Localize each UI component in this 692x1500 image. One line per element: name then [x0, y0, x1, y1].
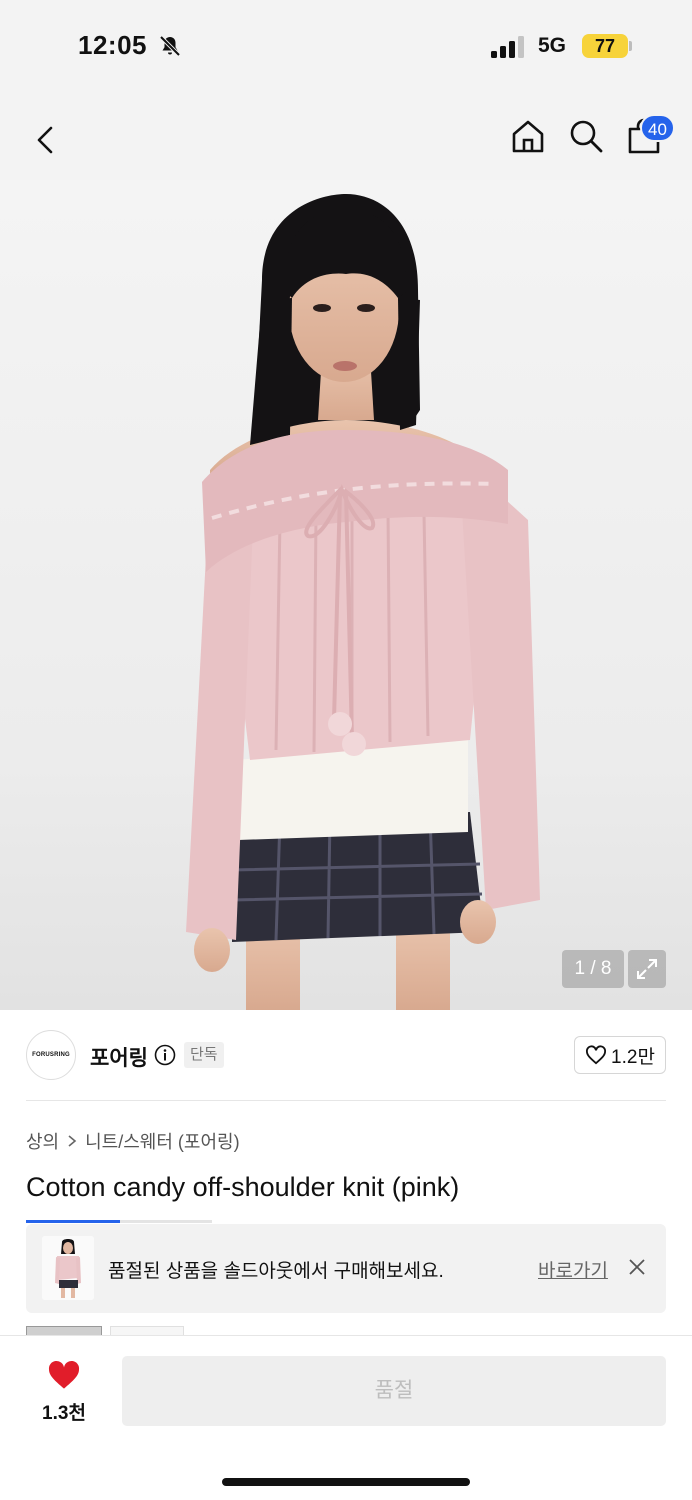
back-button[interactable] [24, 118, 68, 162]
soldout-banner: 품절된 상품을 솔드아웃에서 구매해보세요. 바로가기 [26, 1224, 666, 1313]
battery-indicator: 77 [582, 34, 628, 58]
battery-tip [629, 41, 632, 51]
cart-count-badge: 40 [640, 114, 675, 142]
brand-like-count: 1.2만 [611, 1046, 655, 1068]
heart-outline-icon [586, 1045, 607, 1065]
wishlist-count: 1.3천 [42, 1403, 86, 1424]
product-title: Cotton candy off-shoulder knit (pink) [26, 1172, 460, 1202]
bell-muted-icon [159, 35, 181, 57]
home-button[interactable] [506, 114, 550, 158]
close-icon[interactable] [626, 1256, 648, 1278]
chevron-right-icon [68, 1135, 77, 1147]
breadcrumb-subcategory[interactable]: 니트/스웨터 (포어링) [85, 1128, 239, 1154]
expand-image-button[interactable] [628, 950, 666, 988]
brand-like-button[interactable]: 1.2만 [574, 1036, 666, 1074]
info-icon[interactable] [154, 1044, 176, 1066]
cellular-signal-icon [491, 36, 524, 58]
search-icon [570, 120, 603, 153]
home-indicator [222, 1478, 470, 1486]
banner-product-thumbnail [42, 1236, 94, 1300]
soldout-button[interactable]: 품절 [122, 1356, 666, 1426]
brand-logo[interactable]: FORUSRING [26, 1030, 76, 1080]
network-label: 5G [538, 34, 567, 57]
product-photo [186, 194, 540, 1010]
brand-row: FORUSRING 포어링 단독 1.2만 [26, 1030, 666, 1082]
product-image-gallery[interactable] [0, 180, 692, 1010]
status-bar: 12:05 5G 77 [0, 0, 692, 96]
banner-go-link[interactable]: 바로가기 [538, 1256, 608, 1283]
breadcrumb: 상의 니트/스웨터 (포어링) [26, 1128, 240, 1154]
exclusive-badge: 단독 [184, 1042, 224, 1068]
breadcrumb-category[interactable]: 상의 [26, 1128, 59, 1154]
image-counter: 1 / 8 [562, 950, 624, 988]
heart-filled-icon [48, 1360, 80, 1389]
bottom-action-bar: 1.3천 품절 [0, 1335, 692, 1500]
home-icon [512, 120, 544, 153]
expand-icon [637, 959, 657, 979]
tab-indicator [120, 1220, 212, 1223]
search-button[interactable] [564, 114, 608, 158]
brand-name[interactable]: 포어링 [90, 1042, 148, 1072]
divider [26, 1100, 666, 1101]
banner-message: 품절된 상품을 솔드아웃에서 구매해보세요. [108, 1261, 444, 1282]
active-tab-indicator [26, 1220, 120, 1223]
wishlist-button[interactable]: 1.3천 [30, 1356, 98, 1426]
status-time: 12:05 [78, 30, 147, 60]
back-icon [37, 126, 53, 154]
